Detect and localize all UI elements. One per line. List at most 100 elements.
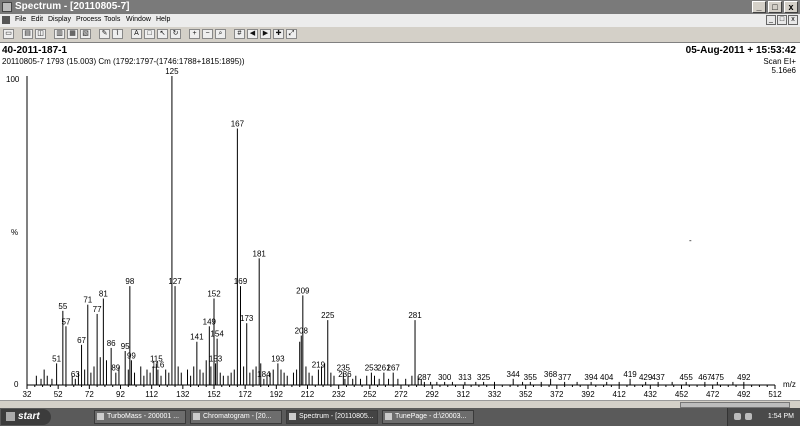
zoom-fit-icon[interactable]: ⌕ [215, 29, 226, 39]
x-tick-label: 32 [23, 390, 32, 399]
chromatogram-icon [193, 413, 200, 420]
x-tick-label: 332 [488, 390, 502, 399]
spectrum-peaks [35, 76, 745, 385]
x-tick-label: 412 [612, 390, 626, 399]
menu-file[interactable]: File [15, 16, 26, 23]
peak-label-225: 225 [321, 311, 335, 320]
peak-label-86: 86 [107, 339, 116, 348]
x-tick-label: 372 [550, 390, 564, 399]
zoom-out-icon[interactable]: − [202, 29, 213, 39]
window-title: Spectrum - [20110805-7] [15, 1, 130, 12]
x-tick-label: 132 [176, 390, 190, 399]
x-tick-label: 172 [238, 390, 252, 399]
task-tunepage[interactable]: TunePage - d:\20003... [382, 410, 474, 424]
edit-icon[interactable]: ✎ [99, 29, 110, 39]
menu-window[interactable]: Window [126, 16, 151, 23]
peak-label-63: 63 [71, 370, 80, 379]
x-tick-label: 112 [145, 390, 158, 399]
menu-bar: File Edit Display Process Tools Window H… [0, 14, 800, 27]
x-tick-label: 392 [581, 390, 595, 399]
x-ticks: 32 52 72 92 112 132 152 172 192 212 232 252 272 292 31… [23, 385, 782, 399]
document-icon[interactable] [2, 16, 10, 24]
x-tick-label: 352 [519, 390, 533, 399]
taskbar: start TurboMass - 200001 ... Chromatogra… [0, 408, 800, 426]
menu-tools[interactable]: Tools [104, 16, 120, 23]
peak-label-193: 193 [271, 354, 285, 363]
volume-icon[interactable] [745, 413, 752, 420]
prev-icon[interactable]: ◀ [247, 29, 258, 39]
page-setup-icon[interactable]: ▧ [80, 29, 91, 39]
peak-label-icon[interactable]: ⌇ [112, 29, 123, 39]
app-icon[interactable] [2, 2, 12, 12]
peak-label-184: 184 [257, 370, 271, 379]
x-tick-label: 292 [425, 390, 439, 399]
task-label: TunePage - d:\20003... [395, 413, 467, 420]
x-tick-label: 72 [85, 390, 94, 399]
refresh-icon[interactable]: ↻ [170, 29, 181, 39]
mdi-restore-button[interactable]: □ [777, 15, 787, 25]
x-tick-label: 512 [768, 390, 782, 399]
text-icon[interactable]: A [131, 29, 142, 39]
y-percent-label: % [11, 228, 18, 237]
spectrum-plot[interactable]: 100 % 0 m/z - 32 52 72 92 112 132 152 172 192 212… [0, 43, 800, 400]
task-label: Chromatogram - [20... [203, 413, 272, 420]
maximize-button[interactable]: □ [768, 1, 782, 13]
copy-list-icon[interactable]: ▦ [67, 29, 78, 39]
peak-label-181: 181 [253, 249, 267, 258]
start-button[interactable]: start [1, 409, 51, 425]
box-icon[interactable]: □ [144, 29, 155, 39]
peak-label-141: 141 [190, 333, 204, 342]
task-turbomass[interactable]: TurboMass - 200001 ... [94, 410, 186, 424]
peak-label-152: 152 [207, 289, 221, 298]
task-chromatogram[interactable]: Chromatogram - [20... [190, 410, 282, 424]
peak-label-51: 51 [52, 354, 61, 363]
menu-process[interactable]: Process [76, 16, 101, 23]
peak-label-55: 55 [58, 302, 67, 311]
x-tick-label: 452 [675, 390, 689, 399]
dash-marker: - [689, 236, 692, 245]
arrow-icon[interactable]: ↖ [157, 29, 168, 39]
close-button[interactable]: x [784, 1, 798, 13]
peak-label-236: 236 [338, 370, 352, 379]
last-icon[interactable]: ✚ [273, 29, 284, 39]
zoom-in-icon[interactable]: + [189, 29, 200, 39]
print-preview-icon[interactable]: ◫ [35, 29, 46, 39]
grid-icon[interactable]: # [234, 29, 245, 39]
mdi-close-button[interactable]: x [788, 15, 798, 25]
print-icon[interactable]: ▤ [22, 29, 33, 39]
menu-edit[interactable]: Edit [31, 16, 43, 23]
menu-help[interactable]: Help [156, 16, 170, 23]
x-tick-label: 252 [363, 390, 377, 399]
y-max-label: 100 [6, 75, 20, 84]
peak-label-267: 267 [387, 364, 401, 373]
peak-label-404: 404 [600, 373, 614, 382]
x-tick-label: 492 [737, 390, 751, 399]
task-spectrum[interactable]: Spectrum - [20110805... [286, 410, 378, 424]
clock: 1:54 PM [767, 413, 794, 420]
peak-label-344: 344 [507, 370, 521, 379]
peak-label-208: 208 [295, 327, 309, 336]
copy-spectrum-icon[interactable]: ▥ [54, 29, 65, 39]
x-tick-label: 472 [706, 390, 720, 399]
title-bar: Spectrum - [20110805-7] _ □ x [0, 0, 800, 14]
menu-display[interactable]: Display [48, 16, 71, 23]
peak-label-209: 209 [296, 286, 310, 295]
peak-label-455: 455 [679, 373, 693, 382]
peak-label-167: 167 [231, 120, 245, 129]
next-icon[interactable]: ▶ [260, 29, 271, 39]
peak-label-77: 77 [93, 305, 102, 314]
network-icon[interactable] [734, 413, 741, 420]
copy-icon[interactable]: ▭ [3, 29, 14, 39]
peak-label-355: 355 [524, 373, 538, 382]
mdi-minimize-button[interactable]: _ [766, 15, 776, 25]
x-tick-label: 212 [301, 390, 315, 399]
y-min-label: 0 [14, 380, 19, 389]
peak-label-57: 57 [62, 317, 71, 326]
peak-label-437: 437 [651, 373, 665, 382]
fullscreen-icon[interactable]: ⤢ [286, 29, 297, 39]
peak-label-81: 81 [99, 289, 108, 298]
x-unit-label: m/z [783, 380, 796, 389]
minimize-button[interactable]: _ [752, 1, 766, 13]
peak-label-368: 368 [544, 370, 558, 379]
peak-label-173: 173 [240, 314, 254, 323]
